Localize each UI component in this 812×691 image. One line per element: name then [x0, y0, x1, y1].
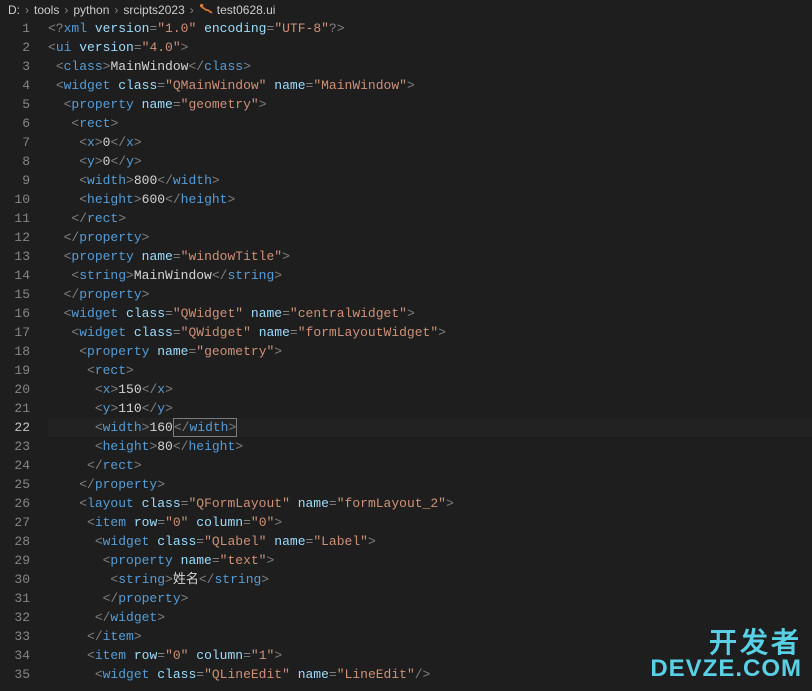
code-line[interactable]: </property> [48, 475, 812, 494]
line-number[interactable]: 24 [0, 456, 30, 475]
code-line[interactable]: <property name="windowTitle"> [48, 247, 812, 266]
line-number[interactable]: 15 [0, 285, 30, 304]
code-line[interactable]: <x>0</x> [48, 133, 812, 152]
line-number[interactable]: 6 [0, 114, 30, 133]
line-number[interactable]: 33 [0, 627, 30, 646]
code-line[interactable]: </property> [48, 285, 812, 304]
line-number[interactable]: 5 [0, 95, 30, 114]
code-line[interactable]: <string>MainWindow</string> [48, 266, 812, 285]
code-content[interactable]: <?xml version="1.0" encoding="UTF-8"?><u… [48, 19, 812, 691]
line-number[interactable]: 13 [0, 247, 30, 266]
chevron-right-icon: › [25, 3, 29, 17]
breadcrumb[interactable]: D: › tools › python › srcipts2023 › test… [0, 0, 812, 19]
line-number[interactable]: 19 [0, 361, 30, 380]
code-editor[interactable]: 1234567891011121314151617181920212223242… [0, 19, 812, 691]
code-line[interactable]: <string>姓名</string> [48, 570, 812, 589]
code-line[interactable]: </rect> [48, 209, 812, 228]
code-line[interactable]: <widget class="QMainWindow" name="MainWi… [48, 76, 812, 95]
code-line[interactable]: <widget class="QLabel" name="Label"> [48, 532, 812, 551]
code-line[interactable]: </item> [48, 627, 812, 646]
line-number[interactable]: 31 [0, 589, 30, 608]
line-number[interactable]: 27 [0, 513, 30, 532]
breadcrumb-item[interactable]: test0628.ui [217, 3, 276, 17]
line-number[interactable]: 4 [0, 76, 30, 95]
chevron-right-icon: › [190, 3, 194, 17]
code-line[interactable]: <widget class="QWidget" name="formLayout… [48, 323, 812, 342]
line-number[interactable]: 9 [0, 171, 30, 190]
line-number[interactable]: 16 [0, 304, 30, 323]
line-number[interactable]: 11 [0, 209, 30, 228]
code-line[interactable]: <ui version="4.0"> [48, 38, 812, 57]
line-number-gutter[interactable]: 1234567891011121314151617181920212223242… [0, 19, 48, 691]
code-line[interactable]: <width>800</width> [48, 171, 812, 190]
code-line[interactable]: <width>160</width> [48, 418, 812, 437]
code-line[interactable]: </property> [48, 228, 812, 247]
line-number[interactable]: 12 [0, 228, 30, 247]
code-line[interactable]: <y>0</y> [48, 152, 812, 171]
line-number[interactable]: 35 [0, 665, 30, 684]
line-number[interactable]: 2 [0, 38, 30, 57]
line-number[interactable]: 28 [0, 532, 30, 551]
code-line[interactable]: <property name="geometry"> [48, 95, 812, 114]
line-number[interactable]: 22 [0, 418, 30, 437]
chevron-right-icon: › [114, 3, 118, 17]
line-number[interactable]: 30 [0, 570, 30, 589]
line-number[interactable]: 10 [0, 190, 30, 209]
chevron-right-icon: › [64, 3, 68, 17]
line-number[interactable]: 29 [0, 551, 30, 570]
line-number[interactable]: 14 [0, 266, 30, 285]
line-number[interactable]: 25 [0, 475, 30, 494]
code-line[interactable]: <rect> [48, 361, 812, 380]
line-number[interactable]: 8 [0, 152, 30, 171]
code-line[interactable]: </widget> [48, 608, 812, 627]
breadcrumb-item[interactable]: srcipts2023 [123, 3, 184, 17]
breadcrumb-item[interactable]: tools [34, 3, 59, 17]
code-line[interactable]: <property name="text"> [48, 551, 812, 570]
breadcrumb-item[interactable]: D: [8, 3, 20, 17]
line-number[interactable]: 1 [0, 19, 30, 38]
line-number[interactable]: 26 [0, 494, 30, 513]
code-line[interactable]: <widget class="QWidget" name="centralwid… [48, 304, 812, 323]
line-number[interactable]: 21 [0, 399, 30, 418]
code-line[interactable]: </property> [48, 589, 812, 608]
code-line[interactable]: <class>MainWindow</class> [48, 57, 812, 76]
code-line[interactable]: <height>80</height> [48, 437, 812, 456]
line-number[interactable]: 23 [0, 437, 30, 456]
code-line[interactable]: <?xml version="1.0" encoding="UTF-8"?> [48, 19, 812, 38]
code-line[interactable]: <rect> [48, 114, 812, 133]
line-number[interactable]: 7 [0, 133, 30, 152]
code-line[interactable]: <layout class="QFormLayout" name="formLa… [48, 494, 812, 513]
line-number[interactable]: 3 [0, 57, 30, 76]
breadcrumb-item[interactable]: python [73, 3, 109, 17]
code-line[interactable]: <height>600</height> [48, 190, 812, 209]
line-number[interactable]: 17 [0, 323, 30, 342]
code-line[interactable]: <x>150</x> [48, 380, 812, 399]
code-line[interactable]: <y>110</y> [48, 399, 812, 418]
line-number[interactable]: 18 [0, 342, 30, 361]
line-number[interactable]: 20 [0, 380, 30, 399]
code-line[interactable]: <property name="geometry"> [48, 342, 812, 361]
code-line[interactable]: <item row="0" column="1"> [48, 646, 812, 665]
code-line[interactable]: </rect> [48, 456, 812, 475]
code-line[interactable]: <item row="0" column="0"> [48, 513, 812, 532]
file-icon [199, 3, 213, 17]
line-number[interactable]: 34 [0, 646, 30, 665]
code-line[interactable]: <widget class="QLineEdit" name="LineEdit… [48, 665, 812, 684]
line-number[interactable]: 32 [0, 608, 30, 627]
